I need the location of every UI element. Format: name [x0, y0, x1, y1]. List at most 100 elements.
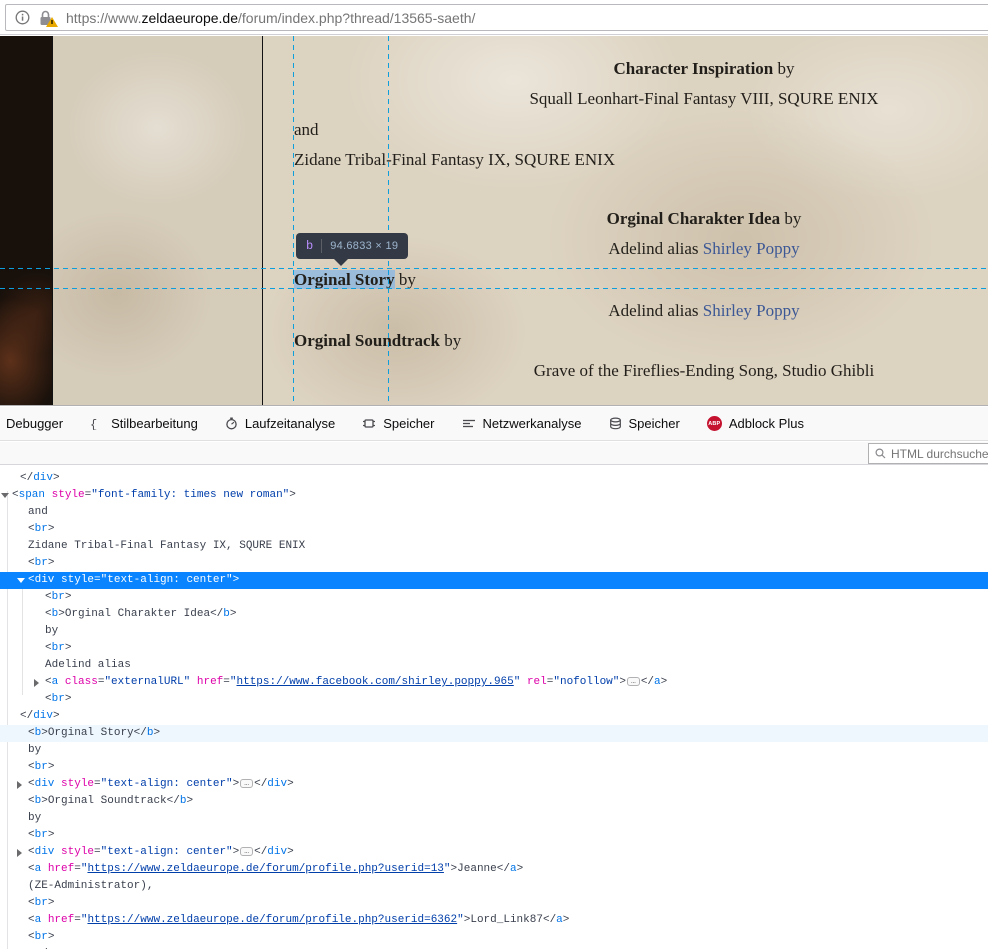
info-icon[interactable] [15, 10, 30, 25]
lock-warning-icon[interactable] [39, 10, 54, 26]
markup-row[interactable]: <br> [0, 759, 988, 776]
infobar-pointer [334, 259, 348, 266]
page-link[interactable]: Shirley Poppy [703, 301, 800, 320]
code-token: "text-align: center" [101, 466, 233, 467]
devtools-tab-speicher[interactable]: Speicher [362, 416, 434, 431]
code-token: = [94, 778, 101, 790]
code-token: br [35, 761, 48, 773]
code-token: a [556, 914, 563, 926]
network-icon [462, 417, 476, 430]
url-text[interactable]: https://www.zeldaeurope.de/forum/index.p… [66, 10, 475, 26]
code-token: br [52, 642, 65, 654]
markup-row[interactable]: <div style="text-align: center">…</div> [0, 776, 988, 793]
page-text-line: Orginal Soundtrack by [294, 331, 461, 351]
markup-row-hovered[interactable]: <b>Orginal Story</b> [0, 725, 988, 742]
code-token: </ [254, 466, 267, 467]
code-token: = [74, 914, 81, 926]
code-token: > [153, 727, 160, 739]
collapsed-content-ellipsis[interactable]: … [627, 677, 640, 686]
code-token: (ZE-Administrator), [28, 880, 153, 892]
markup-row[interactable]: <a href="https://www.zeldaeurope.de/foru… [0, 861, 988, 878]
code-token: Jeanne [457, 863, 497, 875]
markup-row[interactable]: <a class="externalURL" href="https://www… [0, 674, 988, 691]
devtools-tab-debugger[interactable]: Debugger [6, 416, 63, 431]
markup-row[interactable]: <br> [0, 929, 988, 946]
code-token: > [517, 863, 524, 875]
devtools-tab-speicher[interactable]: Speicher [609, 416, 680, 431]
code-token: > [287, 846, 294, 858]
code-token: and [28, 506, 48, 518]
code-token: </ [641, 676, 654, 688]
markup-row[interactable]: <b>Orginal Charakter Idea</b> [0, 606, 988, 623]
code-token: > [41, 795, 48, 807]
markup-row[interactable]: <br> [0, 521, 988, 538]
code-token: https://www.facebook.com/shirley.poppy.9… [237, 676, 514, 688]
markup-row[interactable]: <a href="https://www.zeldaeurope.de/foru… [0, 912, 988, 929]
markup-row[interactable]: <br> [0, 555, 988, 572]
markup-row[interactable]: <br> [0, 589, 988, 606]
expand-arrow-icon[interactable] [17, 849, 22, 857]
code-token: > [53, 710, 60, 722]
stopwatch-icon [225, 417, 238, 430]
url-field[interactable]: https://www.zeldaeurope.de/forum/index.p… [5, 4, 988, 31]
code-token: a [510, 863, 517, 875]
code-token: < [28, 897, 35, 909]
devtools-tab-netzwerkanalyse[interactable]: Netzwerkanalyse [462, 416, 582, 431]
code-token: br [52, 591, 65, 603]
code-token: div [35, 846, 55, 858]
code-token: > [41, 727, 48, 739]
code-token: https://www.zeldaeurope.de/forum/profile… [87, 863, 443, 875]
collapsed-content-ellipsis[interactable]: … [240, 779, 253, 788]
memory-icon [362, 417, 376, 430]
code-token: div [267, 778, 287, 790]
code-token: > [287, 778, 294, 790]
code-token: " [230, 676, 237, 688]
code-token: > [619, 676, 626, 688]
markup-row[interactable]: <b>Orginal Soundtrack</b> [0, 793, 988, 810]
code-token: </ [20, 472, 33, 484]
expand-arrow-icon[interactable] [34, 679, 39, 687]
collapsed-content-ellipsis[interactable]: … [240, 847, 253, 856]
page-link[interactable]: Shirley Poppy [703, 239, 800, 258]
search-input[interactable] [891, 447, 988, 461]
code-token: "text-align: center" [101, 574, 233, 586]
markup-row[interactable]: </div> [0, 708, 988, 725]
code-token: br [35, 931, 48, 943]
markup-row[interactable]: </div> [0, 470, 988, 487]
markup-row[interactable]: Zidane Tribal-Final Fantasy IX, SQURE EN… [0, 538, 988, 555]
page-sidebar-column [52, 36, 263, 405]
expand-arrow-icon[interactable] [17, 781, 22, 789]
markup-row[interactable]: <br> [0, 827, 988, 844]
code-token: by [28, 812, 41, 824]
devtools-tab-adblock-plus[interactable]: ABPAdblock Plus [707, 416, 804, 431]
code-token: > [53, 472, 60, 484]
collapse-arrow-icon[interactable] [17, 578, 25, 583]
code-token: style [54, 778, 94, 790]
collapse-arrow-icon[interactable] [1, 493, 9, 498]
devtools-tab-laufzeitanalyse[interactable]: Laufzeitanalyse [225, 416, 335, 431]
code-token: "text-align: center" [101, 846, 233, 858]
markup-row[interactable]: by [0, 810, 988, 827]
code-token: div [35, 574, 55, 586]
page-text-line: Character Inspiration by [293, 59, 988, 79]
code-token: = [74, 863, 81, 875]
markup-row[interactable]: <span style="font-family: times new roma… [0, 487, 988, 504]
devtools-tab-stilbearbeitung[interactable]: { }Stilbearbeitung [90, 416, 198, 431]
tab-label: Netzwerkanalyse [483, 416, 582, 431]
markup-row[interactable]: <br> [0, 895, 988, 912]
markup-row[interactable]: Adelind alias [0, 657, 988, 674]
markup-row[interactable]: and [0, 504, 988, 521]
markup-row-selected[interactable]: <div style="text-align: center"> [0, 572, 988, 589]
markup-row[interactable]: <br> [0, 691, 988, 708]
code-token: Zidane Tribal-Final Fantasy IX, SQURE EN… [28, 540, 305, 552]
code-token: > [233, 466, 240, 467]
markup-row[interactable]: <div style="text-align: center">…</div> [0, 844, 988, 861]
markup-row[interactable]: <br> [0, 640, 988, 657]
code-token: < [28, 727, 35, 739]
markup-row[interactable]: by [0, 742, 988, 759]
markup-row[interactable]: (ZE-Administrator), [0, 878, 988, 895]
markup-row[interactable]: by [0, 623, 988, 640]
code-token: br [35, 523, 48, 535]
inspector-search-box[interactable] [868, 443, 988, 464]
code-token: > [48, 761, 55, 773]
